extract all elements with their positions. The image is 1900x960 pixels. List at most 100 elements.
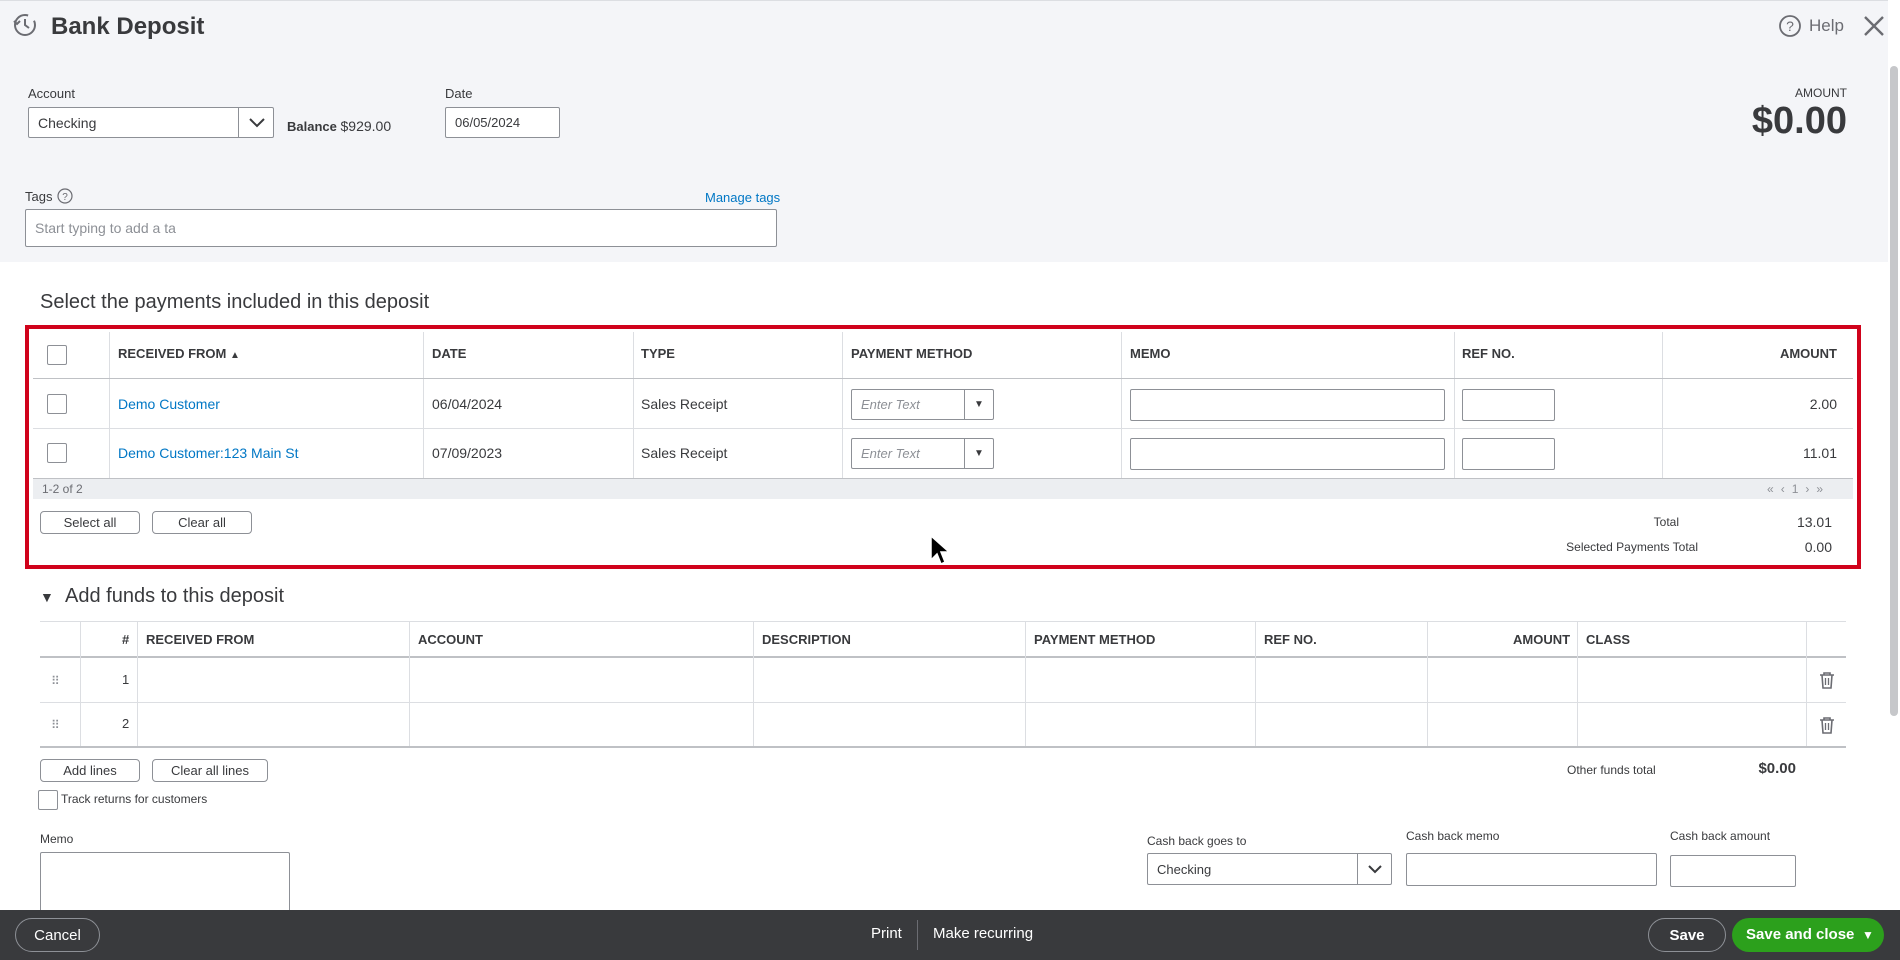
received-from-link[interactable]: Demo Customer:123 Main St [118, 445, 299, 461]
account-balance: Balance $929.00 [287, 118, 391, 134]
page-number: 1 [1791, 482, 1799, 496]
amount-value: $0.00 [1751, 100, 1847, 142]
first-page-icon[interactable]: « [1767, 482, 1774, 496]
memo-label: Memo [40, 832, 74, 846]
pagination-bar [33, 478, 1853, 499]
help-icon[interactable]: ? [1778, 14, 1802, 38]
account-label: Account [28, 86, 75, 101]
manage-tags-link[interactable]: Manage tags [705, 190, 780, 205]
chevron-down-icon [1368, 864, 1382, 873]
trash-icon[interactable] [1819, 716, 1835, 739]
date-value: 06/05/2024 [455, 115, 521, 130]
total-label: Total [1653, 515, 1679, 529]
scrollbar-thumb[interactable] [1890, 66, 1898, 716]
select-all-button[interactable]: Select all [40, 511, 140, 534]
col-received-from[interactable]: RECEIVED FROM ▲ [118, 346, 240, 361]
make-recurring-button[interactable]: Make recurring [933, 925, 1033, 942]
ref-no-input[interactable] [1462, 389, 1555, 421]
trash-icon[interactable] [1819, 671, 1835, 694]
help-link[interactable]: Help [1809, 16, 1844, 36]
cash-back-account-value: Checking [1157, 861, 1212, 877]
sort-ascending-icon: ▲ [229, 350, 240, 361]
cash-back-amount-input[interactable] [1670, 855, 1796, 887]
track-returns-checkbox[interactable] [38, 790, 58, 810]
clear-all-lines-button[interactable]: Clear all lines [152, 759, 268, 782]
balance-value: $929.00 [340, 118, 392, 134]
funds-col-ref-no: REF NO. [1264, 632, 1317, 647]
col-type[interactable]: TYPE [641, 346, 675, 361]
funds-heading[interactable]: Add funds to this deposit [65, 585, 284, 608]
close-icon[interactable] [1862, 14, 1886, 38]
ref-no-input[interactable] [1462, 438, 1555, 470]
tags-label: Tags ? [25, 188, 74, 204]
account-dropdown-button[interactable] [238, 107, 274, 138]
funds-col-account: ACCOUNT [418, 632, 483, 647]
col-amount[interactable]: AMOUNT [1780, 346, 1837, 361]
row-type: Sales Receipt [641, 396, 728, 412]
row-date: 06/04/2024 [432, 396, 503, 412]
caret-down-icon[interactable]: ▼ [964, 390, 993, 419]
row-amount: 11.01 [1803, 445, 1837, 461]
caret-down-icon[interactable]: ▼ [964, 439, 993, 468]
collapse-toggle-icon[interactable]: ▼ [40, 589, 54, 605]
chevron-down-icon [248, 117, 265, 127]
date-field[interactable]: 06/05/2024 [445, 107, 560, 138]
prev-page-icon[interactable]: ‹ [1781, 482, 1785, 496]
funds-col-class: CLASS [1586, 632, 1631, 647]
line-number: 2 [122, 716, 130, 731]
selected-total-value: 0.00 [1804, 539, 1832, 555]
funds-col-description: DESCRIPTION [762, 632, 851, 647]
cancel-button[interactable]: Cancel [15, 918, 100, 952]
other-funds-total-label: Other funds total [1567, 763, 1656, 777]
row-type: Sales Receipt [641, 445, 728, 461]
received-from-link[interactable]: Demo Customer [118, 396, 220, 412]
memo-textarea[interactable] [40, 852, 290, 910]
col-date[interactable]: DATE [432, 346, 466, 361]
next-page-icon[interactable]: › [1805, 482, 1809, 496]
svg-text:?: ? [1786, 18, 1794, 34]
col-payment-method[interactable]: PAYMENT METHOD [851, 346, 972, 361]
last-page-icon[interactable]: » [1816, 482, 1823, 496]
save-and-close-button[interactable]: Save and close [1746, 926, 1854, 943]
scrollbar[interactable] [1888, 60, 1900, 940]
drag-handle-icon[interactable]: ⠿ [51, 718, 60, 732]
selected-total-label: Selected Payments Total [1566, 540, 1698, 554]
page-title: Bank Deposit [51, 13, 205, 40]
drag-handle-icon[interactable]: ⠿ [51, 674, 60, 688]
funds-col-received-from: RECEIVED FROM [146, 632, 255, 647]
funds-col-payment-method: PAYMENT METHOD [1034, 632, 1156, 647]
tags-input[interactable]: Start typing to add a ta [25, 209, 777, 247]
footer-divider [917, 920, 918, 950]
memo-input[interactable] [1130, 389, 1445, 421]
col-received-from-label: RECEIVED FROM [118, 346, 227, 361]
print-button[interactable]: Print [871, 925, 902, 942]
clear-all-button[interactable]: Clear all [152, 511, 252, 534]
tags-placeholder: Start typing to add a ta [35, 220, 176, 236]
payments-heading: Select the payments included in this dep… [40, 291, 430, 313]
row-date: 07/09/2023 [432, 445, 503, 461]
info-icon: ? [57, 188, 74, 204]
row-checkbox[interactable] [47, 443, 67, 463]
save-options-caret-icon[interactable]: ▼ [1862, 928, 1874, 942]
funds-col-amount: AMOUNT [1513, 632, 1571, 647]
mouse-cursor [929, 534, 953, 573]
col-memo[interactable]: MEMO [1130, 346, 1170, 361]
cash-back-account-select[interactable]: Checking [1147, 853, 1392, 885]
cash-back-amount-label: Cash back amount [1670, 829, 1771, 843]
add-lines-button[interactable]: Add lines [40, 759, 140, 782]
history-icon[interactable] [12, 12, 38, 38]
col-ref-no[interactable]: REF NO. [1462, 346, 1515, 361]
cash-back-goes-to-label: Cash back goes to [1147, 834, 1247, 848]
cash-back-memo-input[interactable] [1406, 853, 1657, 886]
row-checkbox[interactable] [47, 394, 67, 414]
memo-input[interactable] [1130, 438, 1445, 470]
select-all-checkbox[interactable] [47, 345, 67, 365]
pagination-range: 1-2 of 2 [42, 482, 83, 496]
cash-back-memo-label: Cash back memo [1406, 829, 1500, 843]
line-number: 1 [122, 672, 130, 687]
cash-back-dropdown-button[interactable] [1357, 853, 1392, 885]
save-button[interactable]: Save [1648, 918, 1726, 952]
payment-method-placeholder: Enter Text [861, 446, 920, 461]
balance-label: Balance [287, 119, 337, 134]
pagination-controls: « ‹ 1 › » [1767, 482, 1823, 496]
